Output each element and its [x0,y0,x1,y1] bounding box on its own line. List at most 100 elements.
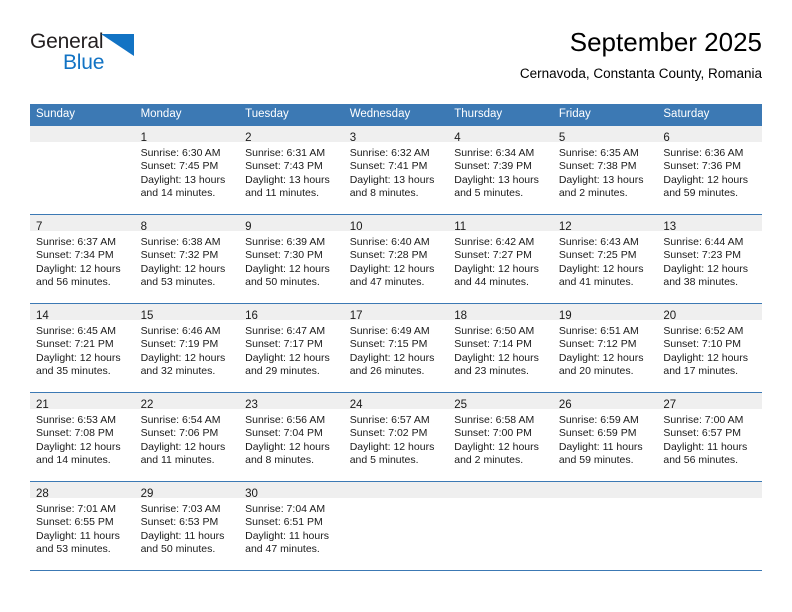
day-number: 14 [36,310,49,322]
day-detail-text: Sunrise: 7:03 AM Sunset: 6:53 PM Daylight:… [135,498,240,557]
day-number: 11 [454,221,467,233]
calendar-day-cell[interactable]: 30 Sunrise: 7:04 AM Sunset: 6:51 PM Dayligh… [239,481,344,571]
day-detail-line: Sunrise: 6:56 AM [245,414,326,426]
day-detail-line: and 35 minutes. [36,365,111,378]
calendar-day-cell[interactable]: 29 Sunrise: 7:03 AM Sunset: 6:53 PM Dayligh… [134,481,240,571]
calendar-day-cell[interactable]: 2 Sunrise: 6:31 AM Sunset: 7:43 PM Daylight… [239,125,344,215]
calendar-day-cell[interactable]: 17 Sunrise: 6:49 AM Sunset: 7:15 PM Dayligh… [343,303,449,393]
day-detail-line: Sunrise: 7:01 AM [36,503,116,515]
day-detail-line: and 14 minutes. [140,187,216,200]
day-detail-line: Sunrise: 6:42 AM [454,236,535,248]
day-number: 3 [349,132,357,144]
day-number: 29 [140,488,154,500]
calendar-day-cell[interactable]: 1 Sunrise: 6:30 AM Sunset: 7:45 PM Daylight… [134,125,240,215]
calendar-day-cell[interactable]: 6 Sunrise: 6:36 AM Sunset: 7:36 PM Daylight… [657,125,762,215]
day-detail-text: Sunrise: 6:54 AM Sunset: 7:06 PM Daylight:… [135,409,240,468]
day-detail-line: Sunrise: 6:51 AM [558,325,639,337]
calendar-cell-empty [448,481,553,571]
calendar-day-cell[interactable]: 23 Sunrise: 6:56 AM Sunset: 7:04 PM Dayligh… [239,392,344,482]
day-detail-line: Sunrise: 6:37 AM [36,236,116,248]
calendar-day-cell[interactable]: 11 Sunrise: 6:42 AM Sunset: 7:27 PM Dayligh… [448,214,553,304]
page-header: General Blue September 2025 Cernavoda, C… [30,26,762,98]
day-number-band: 11 [448,215,553,233]
day-detail-line: Sunset: 7:27 PM [454,249,532,262]
calendar-day-cell[interactable]: 27 Sunrise: 7:00 AM Sunset: 6:57 PM Dayligh… [657,392,762,482]
day-detail-line: Daylight: 13 hours [245,173,330,186]
day-detail-text: Sunrise: 6:43 AM Sunset: 7:25 PM Daylight:… [553,231,658,290]
calendar-day-cell[interactable]: 20 Sunrise: 6:52 AM Sunset: 7:10 PM Dayligh… [657,303,762,393]
day-number-band: 8 [134,215,240,233]
day-detail-line: Sunrise: 7:04 AM [245,503,326,515]
calendar-day-cell[interactable]: 5 Sunrise: 6:35 AM Sunset: 7:38 PM Daylight… [552,125,658,215]
day-detail-line: Daylight: 12 hours [454,262,539,275]
calendar-day-cell[interactable]: 14 Sunrise: 6:45 AM Sunset: 7:21 PM Dayligh… [30,303,135,393]
calendar-day-cell[interactable]: 16 Sunrise: 6:47 AM Sunset: 7:17 PM Dayligh… [239,303,344,393]
page-title: September 2025 [569,27,762,57]
day-number: 9 [245,221,252,233]
day-detail-line: and 32 minutes. [140,365,216,378]
day-detail-line: Sunrise: 6:58 AM [454,414,535,426]
calendar-week-row: 14 Sunrise: 6:45 AM Sunset: 7:21 PM Dayligh… [30,303,762,393]
calendar-day-cell[interactable]: 13 Sunrise: 6:44 AM Sunset: 7:23 PM Dayligh… [657,214,762,304]
day-detail-line: Sunrise: 6:52 AM [663,325,744,337]
calendar-day-cell[interactable]: 25 Sunrise: 6:58 AM Sunset: 7:00 PM Dayligh… [448,392,553,482]
calendar-day-cell[interactable]: 8 Sunrise: 6:38 AM Sunset: 7:32 PM Daylight… [134,214,240,304]
day-detail-line: and 2 minutes. [454,454,524,467]
day-detail-line: Daylight: 12 hours [558,262,644,275]
calendar-day-cell[interactable]: 24 Sunrise: 6:57 AM Sunset: 7:02 PM Dayligh… [343,392,449,482]
day-detail-line: Daylight: 13 hours [349,173,435,186]
day-detail-text: Sunrise: 6:31 AM Sunset: 7:43 PM Daylight:… [239,142,344,201]
day-detail-text: Sunrise: 6:44 AM Sunset: 7:23 PM Daylight:… [657,231,762,290]
calendar-day-cell[interactable]: 26 Sunrise: 6:59 AM Sunset: 6:59 PM Dayligh… [552,392,658,482]
day-number: 6 [663,132,670,144]
day-detail-line: Daylight: 12 hours [140,351,226,364]
day-detail-line: and 47 minutes. [349,276,425,289]
day-detail-line: Sunrise: 6:59 AM [558,414,639,426]
day-detail-line: Daylight: 12 hours [245,440,330,453]
page-subtitle: Cernavoda, Constanta County, Romania [519,66,762,81]
day-detail-line: Sunrise: 6:47 AM [245,325,326,337]
calendar-day-cell[interactable]: 21 Sunrise: 6:53 AM Sunset: 7:08 PM Dayligh… [30,392,135,482]
calendar-day-cell[interactable]: 18 Sunrise: 6:50 AM Sunset: 7:14 PM Dayligh… [448,303,553,393]
calendar-day-cell[interactable]: 3 Sunrise: 6:32 AM Sunset: 7:41 PM Daylight… [343,125,449,215]
day-detail-line: Sunrise: 6:57 AM [349,414,430,426]
weekday-header-friday: Friday [552,104,658,126]
calendar-day-cell[interactable]: 10 Sunrise: 6:40 AM Sunset: 7:28 PM Dayligh… [343,214,449,304]
calendar-day-cell[interactable]: 7 Sunrise: 6:37 AM Sunset: 7:34 PM Daylight… [30,214,135,304]
day-number-band: 22 [134,393,240,411]
day-detail-line: Sunset: 6:53 PM [140,516,219,529]
day-detail-text [657,498,762,503]
day-detail-line: Sunrise: 6:40 AM [349,236,430,248]
calendar-day-cell[interactable]: 12 Sunrise: 6:43 AM Sunset: 7:25 PM Dayligh… [552,214,658,304]
day-number-band: 16 [239,304,344,322]
day-number: 27 [663,399,677,411]
calendar-day-cell[interactable]: 15 Sunrise: 6:46 AM Sunset: 7:19 PM Dayligh… [134,303,240,393]
calendar-day-cell[interactable]: 22 Sunrise: 6:54 AM Sunset: 7:06 PM Dayligh… [134,392,240,482]
day-detail-line: Sunset: 6:57 PM [663,427,742,440]
day-detail-text: Sunrise: 6:57 AM Sunset: 7:02 PM Daylight:… [344,409,449,468]
day-detail-line: Daylight: 13 hours [140,173,226,186]
day-detail-line: and 38 minutes. [663,276,739,289]
day-number: 13 [663,221,677,233]
day-number-band: 30 [239,482,344,500]
day-detail-line: Daylight: 12 hours [349,351,435,364]
calendar-day-cell[interactable]: 4 Sunrise: 6:34 AM Sunset: 7:39 PM Daylight… [448,125,553,215]
day-number-band: 26 [552,393,658,411]
day-number-band: 28 [30,482,135,500]
day-detail-line: Sunset: 7:43 PM [245,160,323,173]
day-detail-line: and 56 minutes. [36,276,111,289]
day-detail-line: and 59 minutes. [663,187,739,200]
day-detail-line: and 50 minutes. [140,543,216,556]
calendar-day-cell[interactable]: 19 Sunrise: 6:51 AM Sunset: 7:12 PM Dayligh… [552,303,658,393]
day-detail-line: and 50 minutes. [245,276,320,289]
calendar-cell-empty [552,481,658,571]
day-number-band: 27 [657,393,762,411]
calendar-cell-empty [343,481,449,571]
day-detail-line: and 14 minutes. [36,454,111,467]
day-detail-line: Sunset: 6:59 PM [558,427,637,440]
calendar-day-cell[interactable]: 28 Sunrise: 7:01 AM Sunset: 6:55 PM Dayligh… [30,481,135,571]
day-detail-line: Sunset: 7:41 PM [349,160,428,173]
calendar-day-cell[interactable]: 9 Sunrise: 6:39 AM Sunset: 7:30 PM Daylight… [239,214,344,304]
day-number: 28 [36,488,49,500]
general-blue-logo[interactable]: General Blue [30,30,150,86]
